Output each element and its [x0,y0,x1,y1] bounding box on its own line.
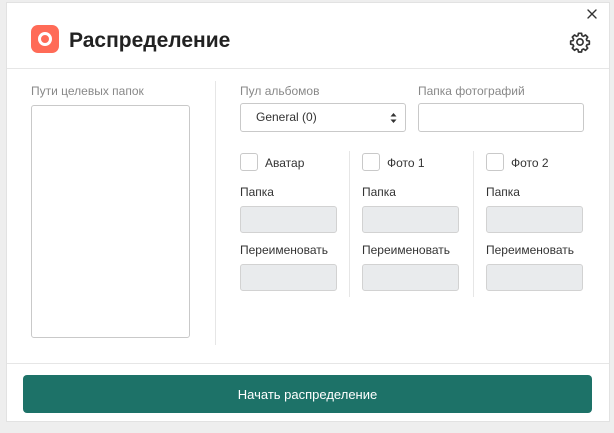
dialog-header: Распределение [7,3,609,69]
paths-label: Пути целевых папок [31,84,144,98]
photo1-folder-field[interactable] [362,206,459,233]
column-divider [473,151,474,297]
photo2-folder-label: Папка [486,185,520,199]
photo-folder-label: Папка фотографий [418,84,525,98]
album-pool-value: General (0) [256,110,317,124]
photo1-rename-label: Переименовать [362,243,450,257]
avatar-rename-label: Переименовать [240,243,328,257]
photo1-folder-label: Папка [362,185,396,199]
column-divider [215,81,216,345]
chevron-up-down-icon [390,113,397,123]
dialog-title: Распределение [69,29,231,52]
avatar-rename-field[interactable] [240,264,337,291]
distribution-dialog: Распределение Пути целевых папок Пул аль… [6,2,610,422]
photo2-rename-label: Переименовать [486,243,574,257]
avatar-folder-label: Папка [240,185,274,199]
photo1-checkbox-label: Фото 1 [387,156,425,170]
photo1-rename-field[interactable] [362,264,459,291]
avatar-checkbox[interactable] [240,153,258,171]
avatar-folder-field[interactable] [240,206,337,233]
gear-icon[interactable] [569,31,591,53]
avatar-checkbox-label: Аватар [265,156,305,170]
target-paths-textarea[interactable] [31,105,190,338]
app-logo-icon [31,25,59,53]
column-divider [349,151,350,297]
album-pool-select[interactable]: General (0) [240,103,406,132]
photo1-checkbox[interactable] [362,153,380,171]
start-distribution-button[interactable]: Начать распределение [23,375,592,413]
photo2-checkbox-label: Фото 2 [511,156,549,170]
album-pool-label: Пул альбомов [240,84,320,98]
dialog-footer: Начать распределение [7,363,609,422]
photo2-folder-field[interactable] [486,206,583,233]
photo2-rename-field[interactable] [486,264,583,291]
photo-folder-input[interactable] [418,103,584,132]
photo2-checkbox[interactable] [486,153,504,171]
